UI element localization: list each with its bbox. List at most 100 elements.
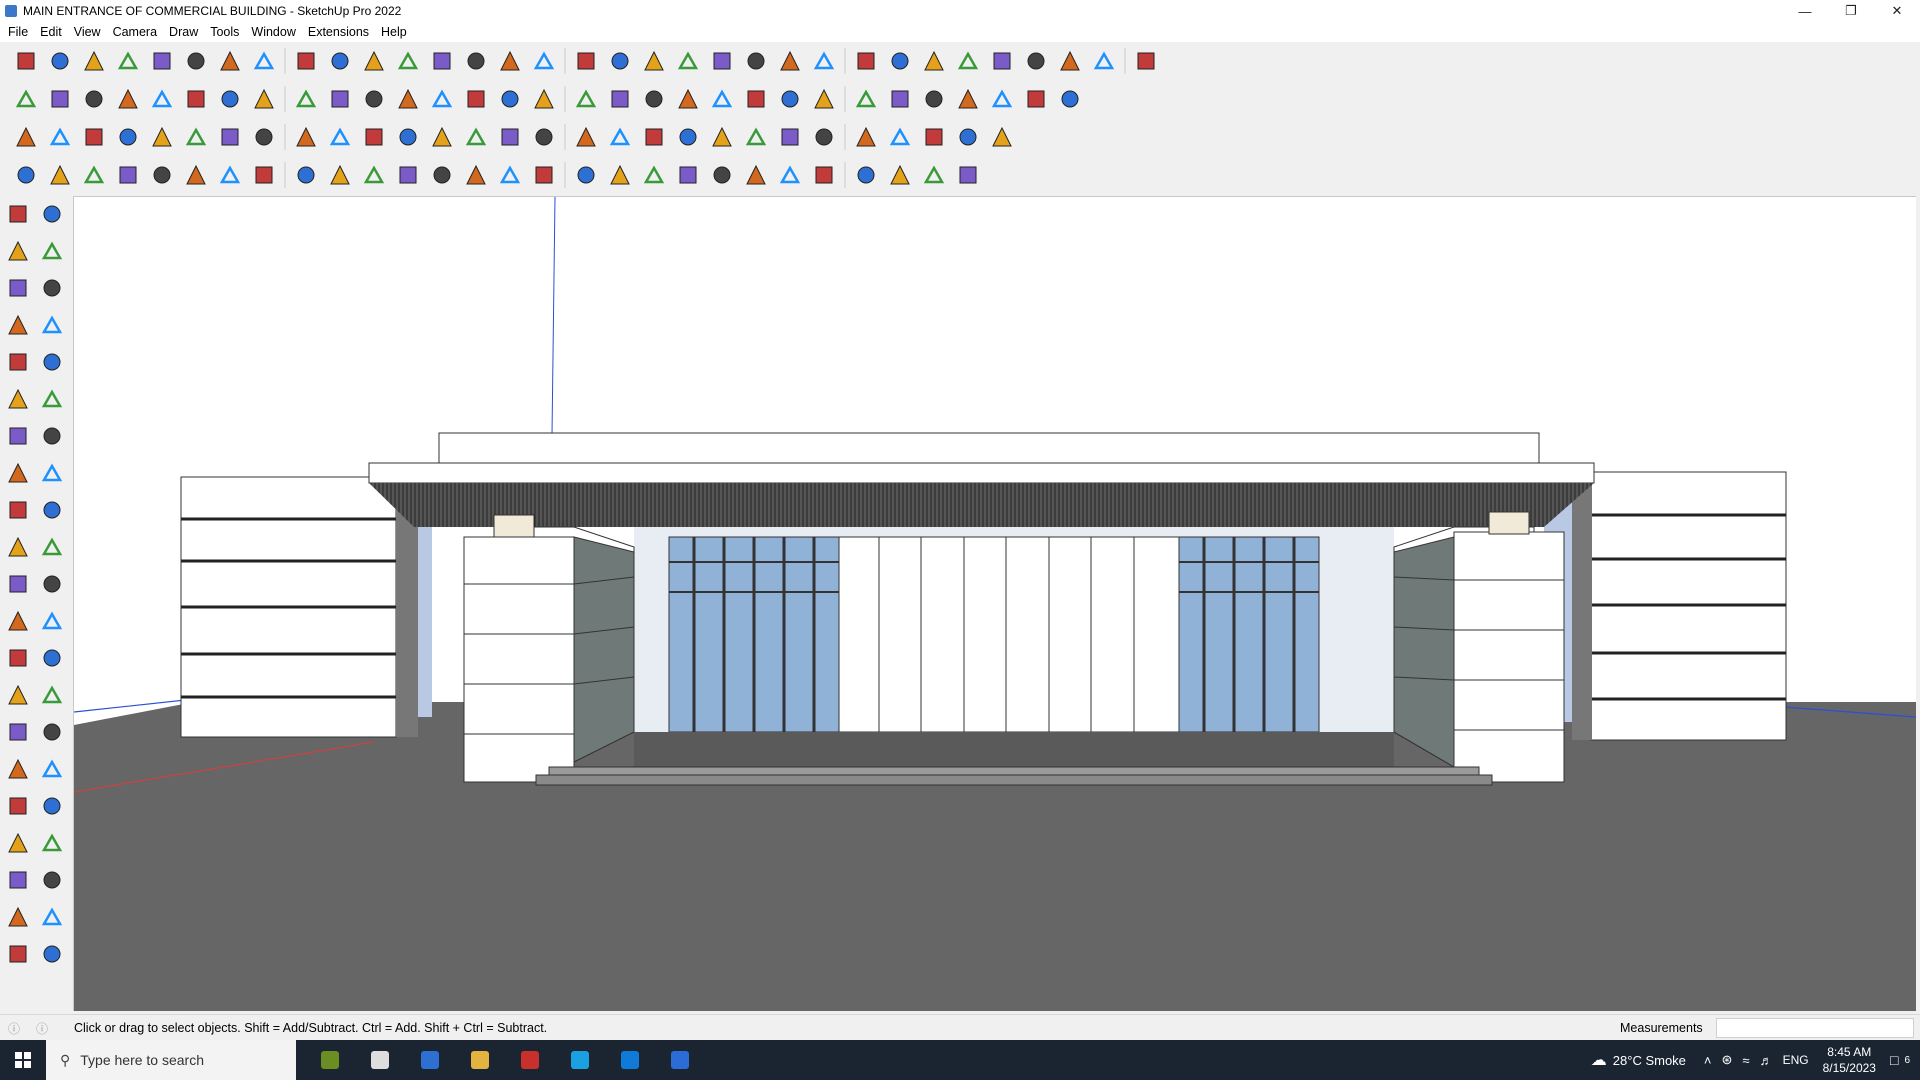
grid-gold-icon[interactable] — [810, 123, 838, 151]
wall-icon[interactable] — [250, 161, 278, 189]
freehand-icon[interactable] — [38, 311, 66, 339]
paint-icon[interactable] — [988, 85, 1016, 113]
menu-window[interactable]: Window — [251, 25, 295, 39]
triangle-icon[interactable] — [496, 123, 524, 151]
arc-icon[interactable] — [148, 47, 176, 75]
move-icon[interactable] — [292, 47, 320, 75]
front-view-icon[interactable] — [886, 47, 914, 75]
dots-icon[interactable] — [326, 123, 354, 151]
red-shape-icon[interactable] — [80, 161, 108, 189]
footprint-icon[interactable] — [4, 866, 32, 894]
arc-icon[interactable] — [4, 422, 32, 450]
follow-me-icon[interactable] — [250, 47, 278, 75]
fence-icon[interactable] — [674, 161, 702, 189]
offset-icon[interactable] — [886, 85, 914, 113]
menu-camera[interactable]: Camera — [113, 25, 157, 39]
cube-icon[interactable] — [12, 85, 40, 113]
acrobat-icon[interactable] — [510, 1040, 550, 1080]
sketchup-3-icon[interactable] — [560, 1040, 600, 1080]
layer-icon[interactable] — [148, 123, 176, 151]
stairs-icon[interactable] — [292, 161, 320, 189]
texture-icon[interactable] — [1022, 85, 1050, 113]
look-around-icon[interactable] — [38, 829, 66, 857]
measurements-input[interactable] — [1716, 1018, 1914, 1038]
rectangle-icon[interactable] — [182, 47, 210, 75]
loft-icon[interactable] — [114, 161, 142, 189]
zoom-extents-icon[interactable] — [4, 792, 32, 820]
widgets-icon[interactable] — [310, 1040, 350, 1080]
clock[interactable]: 8:45 AM 8/15/2023 — [1823, 1044, 1876, 1076]
tile-icon[interactable] — [640, 161, 668, 189]
wifi-icon[interactable]: ≈ — [1742, 1053, 1749, 1068]
scale-icon[interactable] — [4, 570, 32, 598]
eraser-icon[interactable] — [38, 237, 66, 265]
help-icon[interactable]: ⓘ — [36, 1020, 48, 1037]
curve-node-icon[interactable] — [46, 161, 74, 189]
arc-2pt-icon[interactable] — [38, 459, 66, 487]
section-plane-icon[interactable] — [4, 903, 32, 931]
window-icon[interactable] — [496, 161, 524, 189]
section-cuts-icon[interactable] — [4, 940, 32, 968]
blue-x-icon[interactable] — [428, 123, 456, 151]
star-icon[interactable] — [954, 161, 982, 189]
iso-view-icon[interactable] — [810, 47, 838, 75]
language-indicator[interactable]: ENG — [1783, 1053, 1809, 1067]
axis-icon[interactable] — [606, 123, 634, 151]
text-icon[interactable] — [38, 644, 66, 672]
freeform-icon[interactable] — [954, 123, 982, 151]
zoom-window-icon[interactable] — [38, 755, 66, 783]
weather-icon[interactable]: ☁ — [1591, 1050, 1607, 1070]
polygon-icon[interactable] — [38, 385, 66, 413]
push-pull-icon[interactable] — [216, 47, 244, 75]
rounded-icon[interactable] — [852, 85, 880, 113]
bezier-icon[interactable] — [776, 85, 804, 113]
orbit-icon[interactable] — [38, 200, 66, 228]
menu-help[interactable]: Help — [381, 25, 407, 39]
plant-icon[interactable] — [810, 161, 838, 189]
section-plane-icon[interactable] — [640, 47, 668, 75]
edge-icon[interactable] — [610, 1040, 650, 1080]
move-icon[interactable] — [4, 496, 32, 524]
notification-icon[interactable]: □ — [1890, 1052, 1898, 1068]
paint-bucket-icon[interactable] — [462, 47, 490, 75]
select-icon[interactable] — [4, 200, 32, 228]
tape-icon[interactable] — [38, 274, 66, 302]
sketchup-icon[interactable] — [660, 1040, 700, 1080]
door-icon[interactable] — [462, 161, 490, 189]
eraser-icon[interactable] — [80, 47, 108, 75]
gear-box-icon[interactable] — [776, 123, 804, 151]
xray-icon[interactable] — [1056, 47, 1084, 75]
scatter-icon[interactable] — [920, 123, 948, 151]
beam-icon[interactable] — [360, 161, 388, 189]
section-fill-icon[interactable] — [38, 940, 66, 968]
text-icon[interactable] — [428, 47, 456, 75]
menu-draw[interactable]: Draw — [169, 25, 198, 39]
window-frame-icon[interactable] — [182, 123, 210, 151]
blue-plane-icon[interactable] — [12, 123, 40, 151]
display-section-icon[interactable] — [38, 903, 66, 931]
sandbox-icon[interactable] — [572, 85, 600, 113]
wireframe-icon[interactable] — [1132, 47, 1160, 75]
curve-icon[interactable] — [292, 123, 320, 151]
look-around-icon[interactable] — [216, 85, 244, 113]
loop-icon[interactable] — [530, 123, 558, 151]
green-plus-icon[interactable] — [394, 123, 422, 151]
polygon-icon[interactable] — [674, 85, 702, 113]
divide-icon[interactable] — [920, 85, 948, 113]
file-explorer-icon[interactable] — [460, 1040, 500, 1080]
eraser-red-icon[interactable] — [606, 85, 634, 113]
minimize-button[interactable]: — — [1782, 0, 1828, 22]
circle-icon[interactable] — [4, 385, 32, 413]
close-button[interactable]: ✕ — [1874, 0, 1920, 22]
brick-icon[interactable] — [606, 161, 634, 189]
tree-icon[interactable] — [742, 161, 770, 189]
monochrome-icon[interactable] — [114, 85, 142, 113]
red-plus-icon[interactable] — [360, 123, 388, 151]
fog-icon[interactable] — [394, 85, 422, 113]
menu-extensions[interactable]: Extensions — [308, 25, 369, 39]
branch-icon[interactable] — [852, 161, 880, 189]
puzzle-icon[interactable] — [708, 123, 736, 151]
zoom-extents-icon[interactable] — [606, 47, 634, 75]
slab-icon[interactable] — [428, 161, 456, 189]
helix-icon[interactable] — [148, 161, 176, 189]
